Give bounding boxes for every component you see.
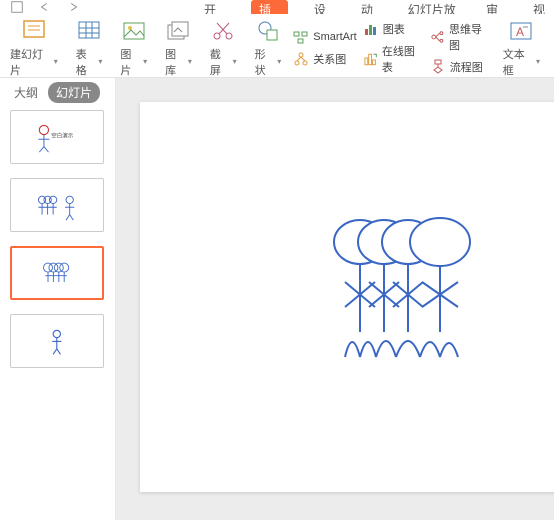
textbox-icon: A <box>508 18 534 44</box>
gallery-label: 图库 <box>165 46 186 78</box>
tab-insert[interactable]: 插入 <box>251 0 288 14</box>
flowchart-button[interactable]: 流程图 <box>430 59 491 75</box>
online-chart-button[interactable]: 在线图表 <box>363 43 424 75</box>
svg-text:A: A <box>516 25 524 39</box>
chart-icon <box>363 21 379 37</box>
tab-review[interactable]: 审阅 <box>486 1 507 14</box>
tab-design[interactable]: 设计 <box>314 1 335 14</box>
relation-icon <box>293 51 309 67</box>
online-chart-icon <box>363 51 378 67</box>
relation-button[interactable]: 关系图 <box>293 51 356 67</box>
caret-icon: ▾ <box>277 57 281 66</box>
thumbnail-3[interactable] <box>10 246 104 300</box>
shapes-icon <box>255 18 281 44</box>
thumbnail-2[interactable] <box>10 178 104 232</box>
slide-content-drawing <box>290 187 510 407</box>
textbox-button[interactable]: A 文本框▾ <box>497 18 546 78</box>
new-slide-button[interactable]: 建幻灯片▾ <box>4 18 64 78</box>
canvas-area[interactable] <box>116 78 554 520</box>
undo-icon[interactable] <box>38 0 52 14</box>
scissors-icon <box>210 18 236 44</box>
tab-start[interactable]: 开始 <box>204 1 225 14</box>
caret-icon: ▾ <box>98 57 102 66</box>
table-button[interactable]: 表格▾ <box>70 18 109 78</box>
save-icon[interactable] <box>10 0 24 14</box>
chart-button[interactable]: 图表 <box>363 21 424 37</box>
thumb1-title: 空白演示 <box>51 131 74 139</box>
screenshot-button[interactable]: 截屏▾ <box>204 18 243 78</box>
table-icon <box>76 18 102 44</box>
flowchart-icon <box>430 59 446 75</box>
shapes-button[interactable]: 形状▾ <box>249 18 288 78</box>
mindmap-label: 思维导图 <box>449 21 491 53</box>
mindmap-icon <box>430 29 445 45</box>
thumbnail-list: 空白演示 <box>0 106 115 520</box>
flowchart-label: 流程图 <box>450 59 483 75</box>
tab-slideshow[interactable]: 幻灯片放映 <box>408 1 460 14</box>
panel-tabs: 大纲 幻灯片 <box>0 78 115 106</box>
screenshot-label: 截屏 <box>210 46 231 78</box>
tab-animation[interactable]: 动画 <box>361 1 382 14</box>
new-slide-label: 建幻灯片 <box>10 46 52 78</box>
relation-label: 关系图 <box>313 51 346 67</box>
picture-label: 图片 <box>120 46 141 78</box>
redo-icon[interactable] <box>66 0 80 14</box>
caret-icon: ▾ <box>143 57 147 66</box>
gallery-button[interactable]: 图库▾ <box>159 18 198 78</box>
caret-icon: ▾ <box>54 57 58 66</box>
chart-label: 图表 <box>383 21 405 37</box>
gallery-icon <box>166 18 192 44</box>
smartart-label: SmartArt <box>313 31 356 43</box>
picture-button[interactable]: 图片▾ <box>114 18 153 78</box>
textbox-label: 文本框 <box>503 46 534 78</box>
thumbnail-1[interactable]: 空白演示 <box>10 110 104 164</box>
menu-tabs: 开始 插入 设计 动画 幻灯片放映 审阅 视图 <box>204 0 554 14</box>
thumbnail-4[interactable] <box>10 314 104 368</box>
caret-icon: ▾ <box>233 57 237 66</box>
menu-bar: 开始 插入 设计 动画 幻灯片放映 审阅 视图 <box>0 0 554 14</box>
mindmap-button[interactable]: 思维导图 <box>430 21 491 53</box>
quick-access <box>10 0 80 14</box>
caret-icon: ▾ <box>188 57 192 66</box>
caret-icon: ▾ <box>536 57 540 66</box>
panel-tab-slides[interactable]: 幻灯片 <box>48 82 100 103</box>
new-slide-icon <box>21 18 47 44</box>
online-chart-label: 在线图表 <box>382 43 424 75</box>
slide-panel: 大纲 幻灯片 空白演示 <box>0 78 116 520</box>
shapes-label: 形状 <box>255 46 276 78</box>
picture-icon <box>121 18 147 44</box>
panel-tab-outline[interactable]: 大纲 <box>14 84 38 101</box>
workspace: 大纲 幻灯片 空白演示 <box>0 78 554 520</box>
tab-view[interactable]: 视图 <box>533 1 554 14</box>
smartart-button[interactable]: SmartArt <box>293 29 356 45</box>
table-label: 表格 <box>76 46 97 78</box>
slide-canvas[interactable] <box>140 102 554 492</box>
smartart-icon <box>293 29 309 45</box>
ribbon: 建幻灯片▾ 表格▾ 图片▾ 图库▾ 截屏▾ 形状▾ SmartArt <box>0 14 554 78</box>
